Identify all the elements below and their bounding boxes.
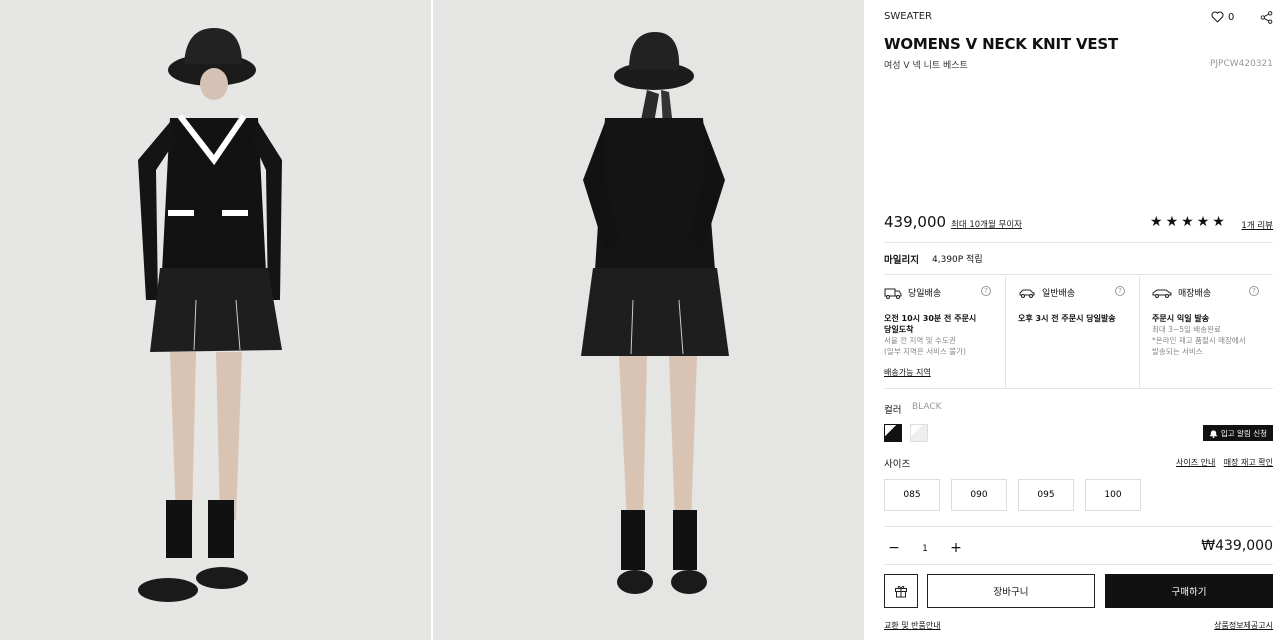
rating-stars: ★ ★ ★ ★ ★ <box>1150 215 1225 229</box>
color-swatch-black[interactable] <box>884 424 902 442</box>
color-value: BLACK <box>912 402 942 412</box>
shipping-store: 매장배송 ? 주문시 익일 발송 최대 3~5일 배송완료 *온라인 재고 품절… <box>1139 276 1273 388</box>
shipping-note: *온라인 재고 품절시 매장에서 <box>1152 336 1246 345</box>
divider <box>884 564 1273 565</box>
review-count-link[interactable]: 1개 리뷰 <box>1241 219 1273 231</box>
quantity-increase-button[interactable]: + <box>946 539 966 559</box>
color-label: 컬러 <box>884 405 902 416</box>
total-price: ₩439,000 <box>1201 538 1273 554</box>
size-option-090[interactable]: 090 <box>951 479 1007 511</box>
size-guide-link[interactable]: 사이즈 안내 <box>1176 457 1215 468</box>
shipping-options: 당일배송 ? 오전 10시 30분 전 주문시 당일도착 서울 전 지역 및 수… <box>884 276 1273 388</box>
shipping-same-day: 당일배송 ? 오전 10시 30분 전 주문시 당일도착 서울 전 지역 및 수… <box>884 276 1005 388</box>
installment-link[interactable]: 최대 10개월 무이자 <box>951 218 1022 230</box>
divider <box>884 274 1273 275</box>
help-icon[interactable]: ? <box>1115 286 1125 296</box>
wishlist-button[interactable]: 0 <box>1211 11 1234 23</box>
quantity-value[interactable]: 1 <box>904 544 946 554</box>
star-icon: ★ <box>1212 214 1225 230</box>
shipping-note: (일부 지역은 서비스 불가) <box>884 347 967 356</box>
mileage-label: 마일리지 <box>884 255 919 266</box>
help-icon[interactable]: ? <box>1249 286 1259 296</box>
wishlist-count: 0 <box>1228 11 1235 23</box>
model-front-illustration <box>138 28 282 602</box>
product-subtitle: 여성 V 넥 니트 베스트 <box>884 61 968 71</box>
bell-icon <box>1209 429 1217 438</box>
shipping-title: 일반배송 <box>1042 289 1076 299</box>
size-option-085[interactable]: 085 <box>884 479 940 511</box>
shipping-note: 발송되는 서비스 <box>1152 347 1203 356</box>
shipping-strong: 오전 10시 30분 전 주문시 <box>884 314 977 323</box>
shipping-strong: 오후 3시 전 주문시 당일발송 <box>1018 314 1116 323</box>
size-option-095[interactable]: 095 <box>1018 479 1074 511</box>
heart-icon <box>1211 11 1224 23</box>
size-label: 사이즈 <box>884 459 911 470</box>
star-icon: ★ <box>1181 214 1194 230</box>
share-button[interactable] <box>1260 11 1273 27</box>
star-icon: ★ <box>1196 214 1210 230</box>
car-icon <box>1019 289 1035 298</box>
color-swatch-white[interactable] <box>910 424 928 442</box>
product-info-link[interactable]: 상품정보제공고시 <box>1214 620 1273 631</box>
shipping-regular: 일반배송 ? 오후 3시 전 주문시 당일발송 <box>1005 276 1139 388</box>
help-icon[interactable]: ? <box>981 286 991 296</box>
size-option-100[interactable]: 100 <box>1085 479 1141 511</box>
product-photo-front[interactable] <box>0 0 431 640</box>
divider <box>884 388 1273 389</box>
shipping-title: 당일배송 <box>908 289 942 299</box>
add-to-cart-button[interactable]: 장바구니 <box>927 574 1095 608</box>
product-title: WOMENS V NECK KNIT VEST <box>884 35 1119 53</box>
exchange-return-link[interactable]: 교환 및 반품안내 <box>884 620 941 631</box>
share-icon <box>1260 11 1273 24</box>
shipping-title: 매장배송 <box>1178 289 1212 299</box>
shipping-note: 최대 3~5일 배송완료 <box>1152 325 1221 334</box>
store-car-icon <box>1152 289 1172 298</box>
delivery-area-link[interactable]: 배송가능 지역 <box>884 367 931 378</box>
product-detail-panel: SWEATER 0 WOMENS V NECK KNIT VEST 여성 V 넥… <box>884 0 1273 640</box>
product-photo-back[interactable] <box>433 0 864 640</box>
quantity-decrease-button[interactable]: − <box>884 539 904 559</box>
shipping-strong: 주문시 익일 발송 <box>1152 314 1210 323</box>
product-gallery <box>0 0 864 640</box>
restock-notify-button[interactable]: 입고 알림 신청 <box>1202 425 1273 441</box>
shipping-note: 서울 전 지역 및 수도권 <box>884 336 956 345</box>
star-icon: ★ <box>1165 214 1179 230</box>
model-back-illustration <box>581 32 729 594</box>
product-category[interactable]: SWEATER <box>884 11 932 22</box>
gift-icon <box>895 585 907 598</box>
buy-now-button[interactable]: 구매하기 <box>1105 574 1273 608</box>
truck-icon <box>884 288 902 299</box>
store-stock-link[interactable]: 매장 재고 확인 <box>1224 457 1273 468</box>
star-icon: ★ <box>1150 214 1163 230</box>
product-sku: PJPCW420321 <box>1209 59 1273 69</box>
product-price: 439,000 <box>884 213 947 231</box>
divider <box>884 526 1273 527</box>
quantity-stepper: − 1 + <box>884 539 966 559</box>
size-options: 085 090 095 100 <box>884 479 1141 511</box>
divider <box>884 242 1273 243</box>
gift-button[interactable] <box>884 574 918 608</box>
restock-notify-label: 입고 알림 신청 <box>1220 428 1267 438</box>
mileage-value: 4,390P 적립 <box>932 255 983 265</box>
shipping-strong: 당일도착 <box>884 325 914 334</box>
